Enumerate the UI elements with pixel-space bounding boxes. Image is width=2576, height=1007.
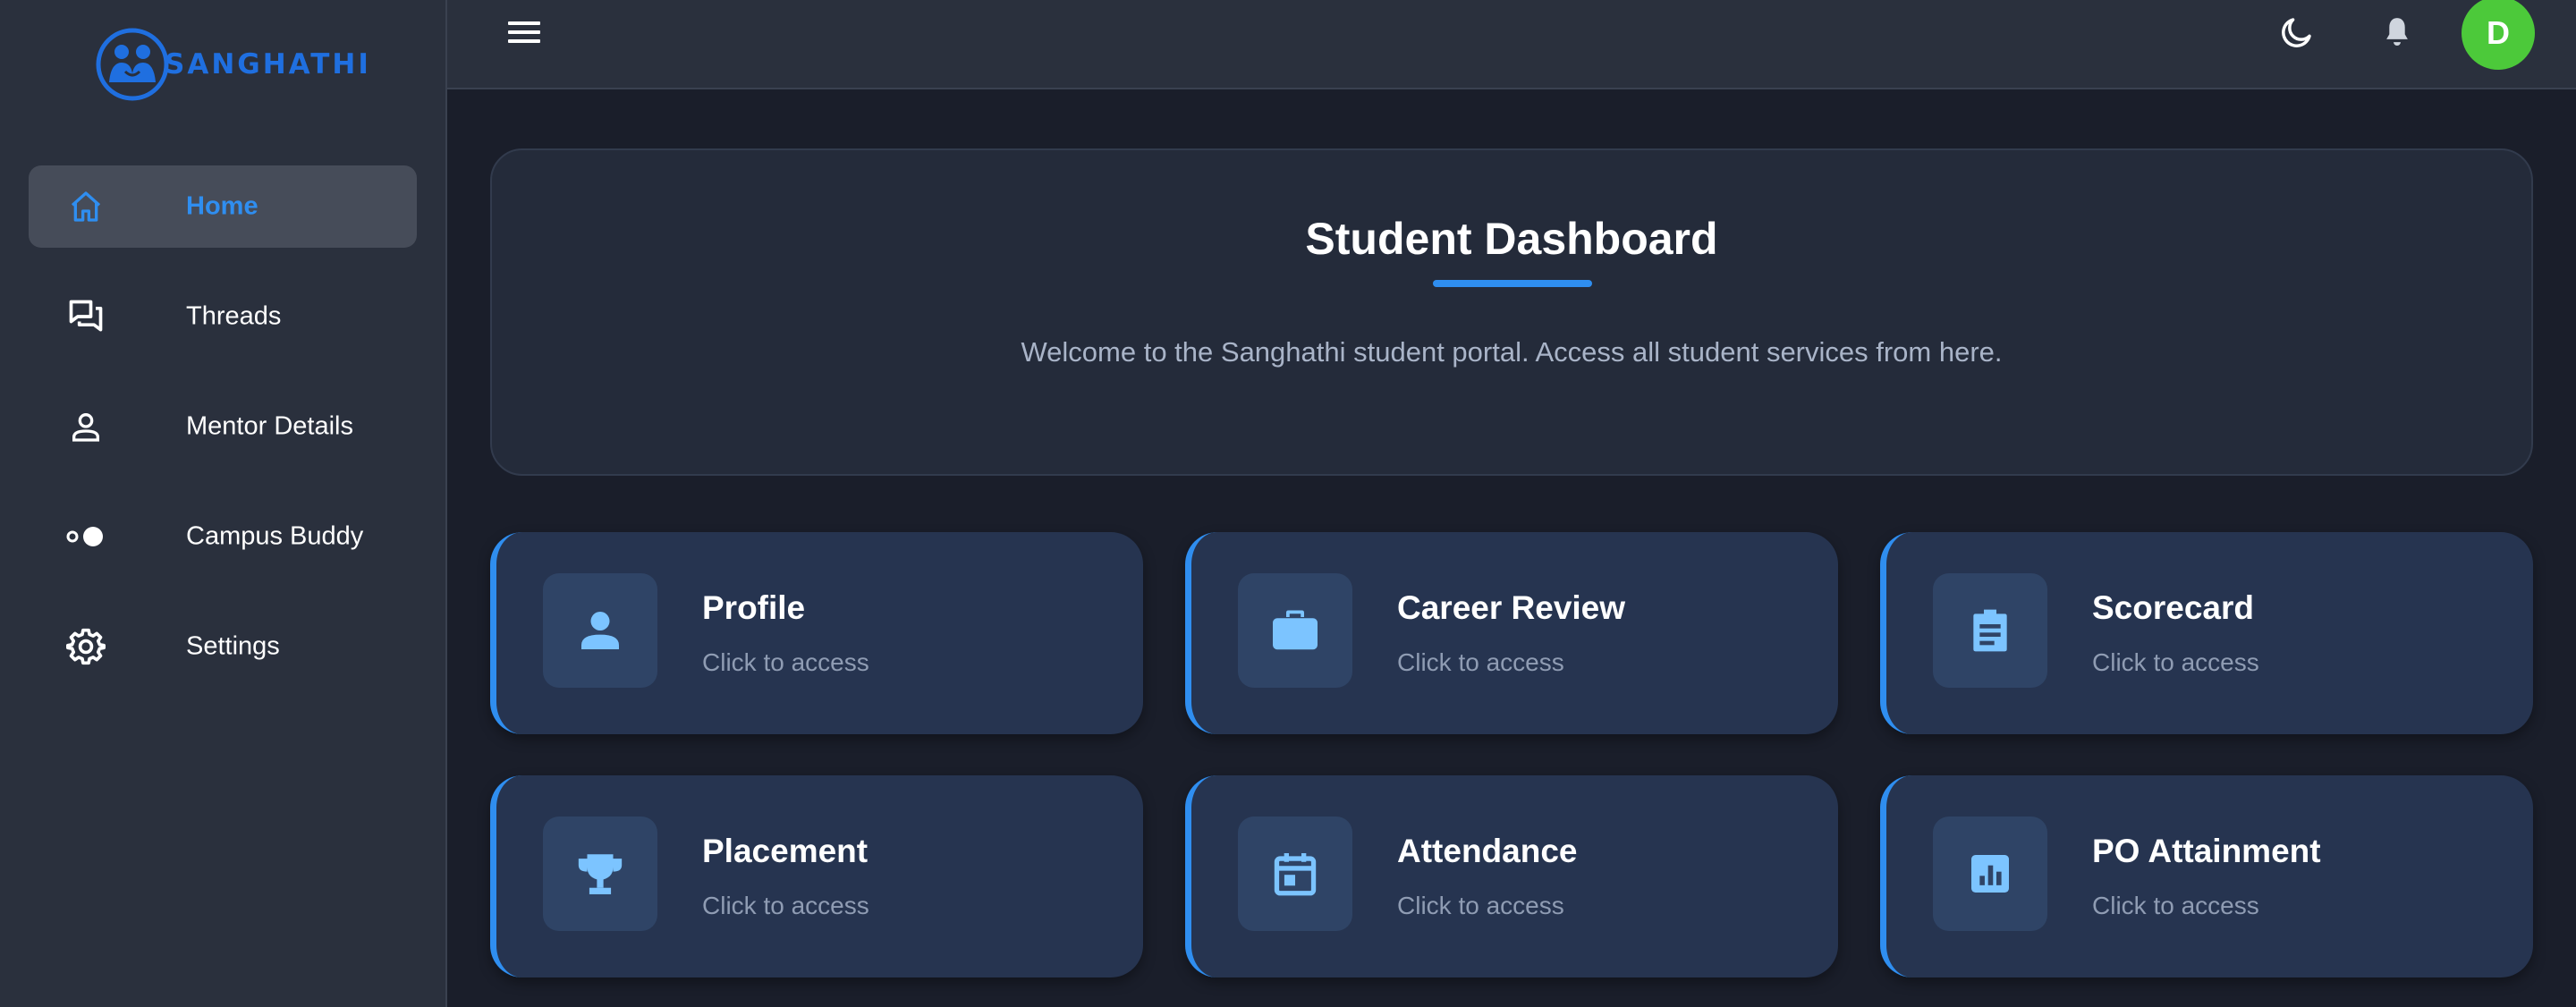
sidebar-item-home[interactable]: Home — [29, 165, 417, 248]
calendar-icon — [1238, 817, 1352, 931]
page-title: Student Dashboard — [1305, 214, 1718, 264]
notifications-button[interactable] — [2376, 11, 2419, 54]
people-logo-icon — [96, 28, 169, 101]
clipboard-icon — [1933, 573, 2047, 688]
card-subtitle: Click to access — [2092, 648, 2259, 676]
hamburger-menu-icon — [508, 21, 540, 43]
home-icon — [64, 185, 107, 228]
moon-icon — [2282, 18, 2311, 47]
main-content: Student Dashboard Welcome to the Sanghat… — [447, 89, 2576, 1007]
sidebar-item-label: Mentor Details — [186, 411, 353, 441]
sidebar-item-label: Home — [186, 191, 258, 221]
sidebar-item-threads[interactable]: Threads — [29, 275, 417, 358]
card-subtitle: Click to access — [1397, 648, 1564, 676]
card-title: Career Review — [1397, 589, 1626, 626]
card-subtitle: Click to access — [702, 892, 869, 919]
sidebar-nav: Home Threads Mentor Details Campus Buddy… — [29, 165, 417, 715]
card-attendance[interactable]: Attendance Click to access — [1185, 775, 1838, 977]
welcome-panel: Student Dashboard Welcome to the Sanghat… — [490, 148, 2533, 476]
app-root: SANGHATHI Home Threads Mentor Details Ca… — [0, 0, 2576, 1007]
avatar[interactable]: D — [2462, 0, 2535, 70]
trophy-icon — [543, 817, 657, 931]
top-bar: D — [447, 0, 2576, 89]
brand-logo[interactable]: SANGHATHI — [95, 25, 371, 104]
card-placement[interactable]: Placement Click to access — [490, 775, 1143, 977]
card-title: Profile — [702, 589, 806, 626]
card-subtitle: Click to access — [702, 648, 869, 676]
sidebar-item-label: Campus Buddy — [186, 521, 364, 551]
card-scorecard[interactable]: Scorecard Click to access — [1880, 532, 2533, 734]
card-title: PO Attainment — [2092, 833, 2321, 869]
person-icon — [543, 573, 657, 688]
sidebar-item-campus-buddy[interactable]: Campus Buddy — [29, 495, 417, 578]
card-title: Scorecard — [2092, 589, 2254, 626]
sidebar-item-label: Threads — [186, 301, 282, 331]
welcome-message: Welcome to the Sanghathi student portal.… — [1021, 336, 2003, 368]
card-title: Placement — [702, 833, 869, 869]
card-title: Attendance — [1397, 833, 1578, 869]
person-icon — [64, 405, 107, 448]
bell-icon — [2386, 18, 2408, 47]
sidebar-item-mentor-details[interactable]: Mentor Details — [29, 385, 417, 468]
briefcase-icon — [1238, 573, 1352, 688]
card-career-review[interactable]: Career Review Click to access — [1185, 532, 1838, 734]
toggle-dots-icon — [64, 515, 107, 558]
gear-icon — [64, 625, 107, 668]
hamburger-menu-button[interactable] — [501, 14, 547, 50]
sidebar-item-label: Settings — [186, 631, 280, 661]
sidebar-item-settings[interactable]: Settings — [29, 605, 417, 688]
title-underline — [1433, 280, 1592, 287]
theme-toggle-button[interactable] — [2275, 11, 2318, 54]
card-profile[interactable]: Profile Click to access — [490, 532, 1143, 734]
card-subtitle: Click to access — [2092, 892, 2259, 919]
brand-name: SANGHATHI — [165, 48, 371, 80]
bar-chart-icon — [1933, 817, 2047, 931]
chat-bubbles-icon — [64, 295, 107, 338]
sidebar: SANGHATHI Home Threads Mentor Details Ca… — [0, 0, 447, 1007]
card-po-attainment[interactable]: PO Attainment Click to access — [1880, 775, 2533, 977]
card-subtitle: Click to access — [1397, 892, 1564, 919]
